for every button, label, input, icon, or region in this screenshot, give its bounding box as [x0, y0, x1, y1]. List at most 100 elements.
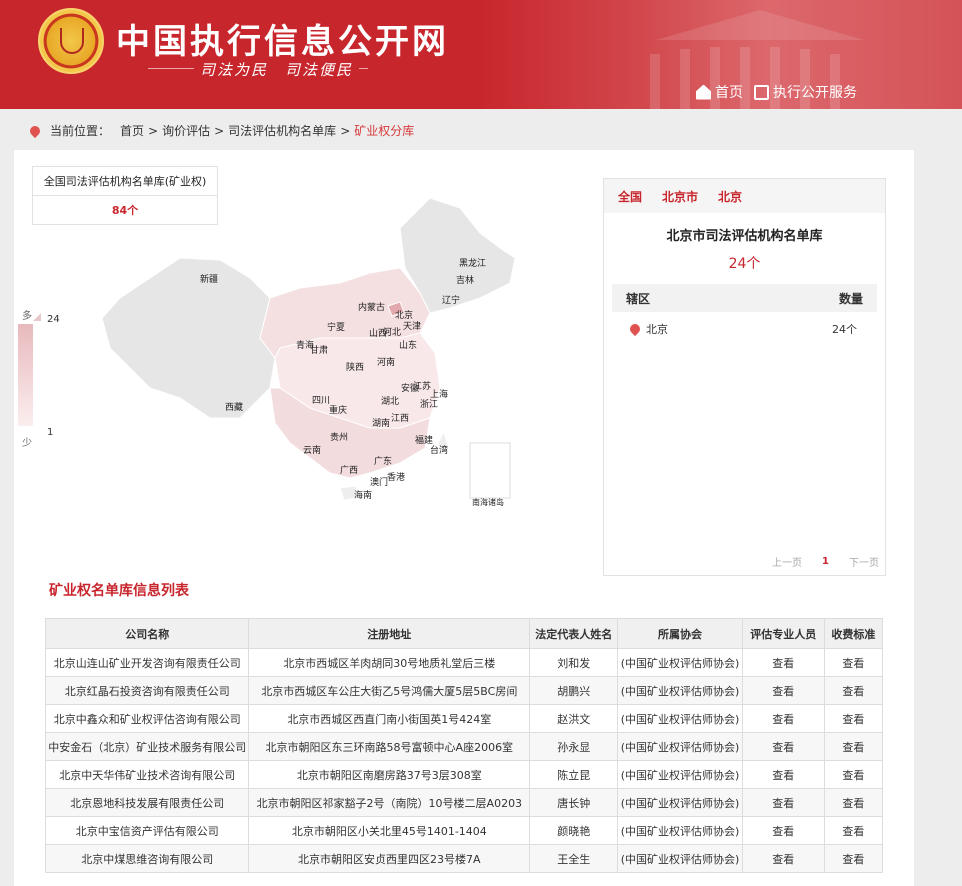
site-title[interactable]: 中国执行信息公开网 [116, 14, 449, 63]
map-label: 黑龙江 [459, 257, 486, 269]
company-name: 北京红晶石投资咨询有限责任公司 [44, 676, 250, 705]
view-appraisers-link[interactable]: 查看 [741, 816, 825, 845]
legend-high-label: 多 [22, 311, 32, 322]
view-fees-link[interactable]: 查看 [823, 676, 884, 705]
region-row[interactable]: 北京 24个 [612, 312, 877, 346]
region-title: 北京市司法评估机构名单库 [666, 229, 823, 244]
region-col-district: 辖区 [626, 291, 651, 306]
address: 北京市朝阳区祁家豁子2号（南院）10号楼二层A0203 [248, 788, 531, 817]
region-row-name: 北京 [646, 323, 668, 336]
breadcrumb-registry[interactable]: 司法评估机构名单库 [228, 122, 336, 139]
address: 北京市西城区羊肉胡同30号地质礼堂后三楼 [248, 648, 531, 677]
table-row: 北京红晶石投资咨询有限责任公司 北京市西城区车公庄大街乙5号鸿儒大厦5层5BC房间… [44, 676, 884, 705]
col-appraisers: 评估专业人员 [741, 618, 825, 649]
col-company: 公司名称 [44, 618, 250, 649]
region-tab-beijing-city[interactable]: 北京市 [662, 188, 698, 205]
map-label: 北京 [395, 309, 413, 321]
breadcrumb-separator: > [214, 123, 225, 138]
pager-prev[interactable]: 上一页 [772, 554, 802, 569]
map-label: 山西 [369, 328, 387, 339]
view-appraisers-link[interactable]: 查看 [741, 704, 825, 733]
view-appraisers-link[interactable]: 查看 [741, 760, 825, 789]
association: (中国矿业权评估师协会) [617, 676, 743, 705]
court-emblem-logo[interactable] [38, 8, 104, 74]
nav-service-link[interactable]: 执行公开服务 [754, 82, 857, 102]
address: 北京市西城区西直门南小街国英1号424室 [248, 704, 531, 733]
nav-home-label: 首页 [715, 85, 743, 101]
map-label: 湖北 [381, 396, 399, 407]
breadcrumb-current: 矿业权分库 [354, 124, 415, 138]
map-label: 福建 [415, 434, 433, 446]
table-row: 北京中煤思维咨询有限公司 北京市朝阳区安贞西里四区23号楼7A 王全生 (中国矿业权评… [44, 844, 884, 873]
pager-current[interactable]: 1 [822, 556, 829, 567]
breadcrumb: 当前位置： 首页 > 询价评估 > 司法评估机构名单库 > 矿业权分库 [27, 122, 415, 139]
view-fees-link[interactable]: 查看 [823, 648, 884, 677]
map-label: 西藏 [225, 401, 243, 413]
table-row: 北京中天华伟矿业技术咨询有限公司 北京市朝阳区南磨房路37号3层308室 陈立昆 (中… [44, 760, 884, 789]
view-appraisers-link[interactable]: 查看 [741, 844, 825, 873]
table-row: 北京中宝信资产评估有限公司 北京市朝阳区小关北里45号1401-1404 颜晓艳 (中… [44, 816, 884, 845]
company-name: 中安金石（北京）矿业技术服务有限公司 [44, 732, 250, 761]
map-label: 吉林 [456, 274, 474, 286]
region-pager: 上一页 1 下一页 [772, 554, 879, 569]
nav-home-link[interactable]: 首页 [696, 82, 743, 102]
company-name: 北京山连山矿业开发咨询有限责任公司 [44, 648, 250, 677]
breadcrumb-prefix: 当前位置： [50, 124, 111, 138]
view-fees-link[interactable]: 查看 [823, 732, 884, 761]
map-label: 海南 [354, 489, 372, 501]
view-appraisers-link[interactable]: 查看 [741, 732, 825, 761]
breadcrumb-separator: > [340, 123, 351, 138]
site-slogan: 司法为民 司法便民 [194, 59, 360, 80]
china-map[interactable]: 新疆 西藏 青海 甘肃 宁夏 内蒙古 黑龙江 吉林 辽宁 北京 天津 河北 山西… [100, 188, 520, 508]
map-label: 香港 [387, 471, 405, 483]
association: (中国矿业权评估师协会) [617, 704, 743, 733]
legend-color-scale[interactable] [18, 324, 33, 426]
view-fees-link[interactable]: 查看 [823, 816, 884, 845]
map-label: 内蒙古 [358, 301, 385, 313]
view-fees-link[interactable]: 查看 [823, 788, 884, 817]
address: 北京市朝阳区安贞西里四区23号楼7A [248, 844, 531, 873]
breadcrumb-home[interactable]: 首页 [120, 122, 144, 139]
region-count: 24个 [728, 256, 761, 272]
map-label: 天津 [403, 321, 421, 332]
company-name: 北京恩地科技发展有限责任公司 [44, 788, 250, 817]
legal-rep: 颜晓艳 [529, 816, 619, 845]
region-table-header: 辖区 数量 [612, 284, 877, 312]
map-label: 辽宁 [442, 294, 460, 306]
address: 北京市朝阳区小关北里45号1401-1404 [248, 816, 531, 845]
region-tab-national[interactable]: 全国 [618, 188, 642, 205]
legal-rep: 刘和发 [529, 648, 619, 677]
col-association: 所属协会 [617, 618, 743, 649]
region-tabs: 全国 北京市 北京 [604, 179, 885, 213]
map-label: 山东 [399, 339, 417, 351]
map-label: 云南 [303, 444, 321, 456]
legend-handle[interactable] [33, 313, 41, 321]
view-appraisers-link[interactable]: 查看 [741, 676, 825, 705]
breadcrumb-inquiry[interactable]: 询价评估 [162, 122, 210, 139]
view-fees-link[interactable]: 查看 [823, 760, 884, 789]
location-pin-icon [27, 123, 43, 138]
map-label: 陕西 [346, 361, 364, 373]
view-fees-link[interactable]: 查看 [823, 704, 884, 733]
institution-table: 公司名称 注册地址 法定代表人姓名 所属协会 评估专业人员 收费标准 北京山连山… [44, 618, 884, 873]
view-appraisers-link[interactable]: 查看 [741, 788, 825, 817]
map-region-west [101, 257, 276, 419]
col-fees: 收费标准 [823, 618, 884, 649]
map-label: 河南 [377, 356, 395, 368]
view-appraisers-link[interactable]: 查看 [741, 648, 825, 677]
legend-low-value: 1 [47, 427, 54, 438]
view-fees-link[interactable]: 查看 [823, 844, 884, 873]
map-label: 甘肃 [310, 344, 328, 356]
company-name: 北京中煤思维咨询有限公司 [44, 844, 250, 873]
map-label: 贵州 [330, 431, 348, 443]
map-label: 湖南 [372, 417, 390, 429]
address: 北京市朝阳区东三环南路58号富顿中心A座2006室 [248, 732, 531, 761]
map-label: 宁夏 [327, 321, 345, 333]
region-tab-beijing[interactable]: 北京 [718, 188, 742, 205]
pager-next[interactable]: 下一页 [849, 554, 879, 569]
legal-rep: 陈立昆 [529, 760, 619, 789]
map-label: 四川 [312, 396, 330, 406]
location-pin-icon [627, 321, 643, 337]
map-label: 重庆 [329, 404, 347, 416]
table-header-row: 公司名称 注册地址 法定代表人姓名 所属协会 评估专业人员 收费标准 [44, 618, 884, 649]
